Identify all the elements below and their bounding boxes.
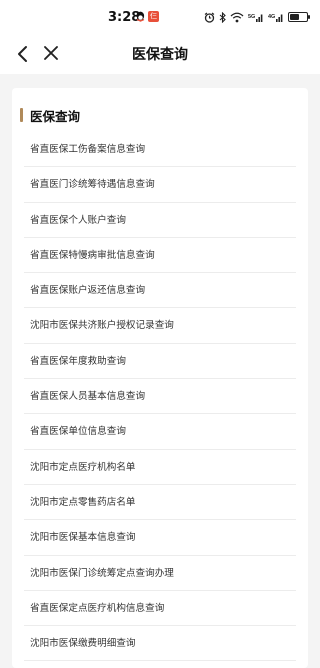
list-item[interactable]: 省直医保个人账户查询 [24,203,296,238]
list-item[interactable]: 省直医保工伤备案信息查询 [24,132,296,168]
signal-icon-1: 5G [248,14,263,22]
list-item[interactable]: 沈阳市医保缴费明细查询 [24,626,296,662]
list-item[interactable]: 沈阳市定点零售药店名单 [24,485,296,521]
query-list: 省直医保工伤备案信息查询 省直医门诊统筹待遇信息查询 省直医保个人账户查询 省直医保特… [12,132,308,662]
wifi-icon [230,12,244,22]
navigation-bar: 医保查询 [0,34,320,74]
section-title: 医保查询 [30,109,81,124]
battery-level [290,14,299,20]
list-item[interactable]: 省直医保单位信息查询 [24,414,296,450]
list-item[interactable]: 沈阳市医保门诊统筹定点查询办理 [24,556,296,591]
list-item[interactable]: 沈阳市定点医疗机构名单 [24,450,296,485]
list-item[interactable]: 沈阳市医保共济账户授权记录查询 [24,308,296,344]
card-header: 医保查询 [12,88,308,128]
qq-notification-icon [136,11,145,22]
signal-icon-2: 4G [268,14,283,22]
query-card: 医保查询 省直医保工伤备案信息查询 省直医门诊统筹待遇信息查询 省直医保个人账户查询… [12,88,308,668]
list-item[interactable]: 省直医保人员基本信息查询 [24,379,296,415]
app-notification-icon: 仨 [148,11,159,22]
list-item[interactable]: 省直医保定点医疗机构信息查询 [24,591,296,627]
bluetooth-icon [219,11,226,23]
list-item[interactable]: 省直医门诊统筹待遇信息查询 [24,167,296,203]
list-item[interactable]: 省直医保账户返还信息查询 [24,273,296,309]
list-item[interactable]: 省直医保特慢病审批信息查询 [24,238,296,274]
section-accent-bar [20,108,23,122]
svg-text:5G: 5G [248,14,255,20]
page-title: 医保查询 [132,47,188,63]
list-item[interactable]: 省直医保年度救助查询 [24,344,296,380]
list-item[interactable]: 沈阳市医保基本信息查询 [24,520,296,556]
status-bar: 3:28 仨 5G 4G [0,0,320,34]
alarm-icon [204,12,215,23]
battery-icon [288,12,310,22]
svg-text:4G: 4G [268,14,275,20]
status-icons: 5G 4G [204,10,310,24]
